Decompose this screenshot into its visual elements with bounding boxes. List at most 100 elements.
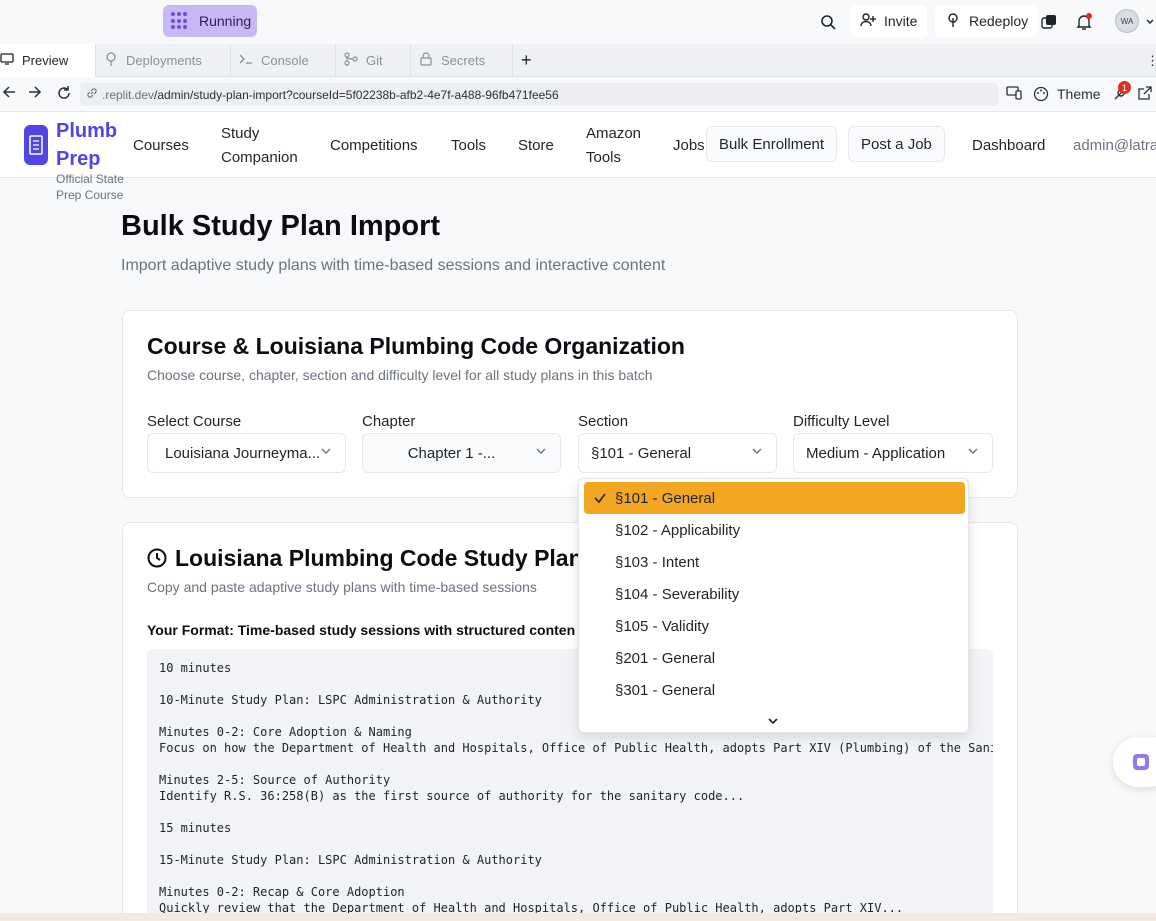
- page-subtitle: Import adaptive study plans with time-ba…: [121, 257, 666, 274]
- check-icon: [593, 491, 607, 505]
- user-email[interactable]: admin@latra: [1073, 134, 1156, 158]
- run-status-button[interactable]: Running: [163, 5, 257, 37]
- nav-tools[interactable]: Tools: [451, 134, 486, 158]
- chapter-select[interactable]: Chapter 1 -...: [362, 433, 561, 473]
- difficulty-select-value: Medium - Application: [806, 444, 946, 462]
- more-icon[interactable]: ⋮: [1138, 44, 1156, 77]
- running-icon: [171, 12, 189, 30]
- tab-label: Console: [261, 53, 309, 68]
- nav-store[interactable]: Store: [518, 134, 554, 158]
- section-option[interactable]: §201 - General: [584, 642, 965, 674]
- section-option[interactable]: §105 - Validity: [584, 610, 965, 642]
- section-option[interactable]: §104 - Severability: [584, 578, 965, 610]
- section-option-label: §201 - General: [615, 649, 716, 667]
- tab-label: Git: [366, 53, 383, 68]
- terminal-icon: [239, 53, 253, 68]
- chevron-down-icon: [966, 444, 980, 458]
- chevron-down-icon[interactable]: [766, 714, 780, 728]
- bulk-enrollment-button[interactable]: Bulk Enrollment: [706, 126, 838, 162]
- external-link-icon[interactable]: [1138, 86, 1152, 105]
- back-icon[interactable]: [2, 85, 16, 104]
- logo-line-2: Prep: [56, 148, 101, 170]
- theme-button[interactable]: Theme: [1057, 86, 1101, 102]
- section-option-label: §301 - General: [615, 681, 716, 699]
- section-label: Section: [578, 413, 629, 430]
- nav-study-companion[interactable]: Study Companion: [221, 122, 298, 170]
- tab-console[interactable]: Console: [231, 44, 336, 77]
- invite-label: Invite: [884, 13, 918, 29]
- tab-preview[interactable]: Preview: [0, 44, 96, 77]
- url-path: /admin/study-plan-import?courseId=5f0223…: [154, 87, 559, 102]
- refresh-icon[interactable]: [56, 85, 72, 106]
- code-line: 10-Minute Study Plan: LSPC Administratio…: [159, 693, 542, 707]
- chevron-down-icon: [534, 444, 548, 458]
- chevron-down-icon: [319, 444, 333, 458]
- logo-line-1: Plumb: [56, 120, 118, 142]
- tab-label: Preview: [22, 53, 69, 68]
- site-header: Plumb Prep Courses Study Companion Compe…: [0, 112, 1156, 178]
- preview-urlbar: .replit.dev/admin/study-plan-import?cour…: [0, 77, 1156, 112]
- format-label: Your Format: Time-based study sessions w…: [147, 622, 576, 638]
- nav-amazon-tools[interactable]: Amazon Tools: [586, 122, 641, 170]
- logo-icon[interactable]: [24, 125, 48, 165]
- section-option[interactable]: §102 - Applicability: [584, 514, 965, 546]
- replit-topbar: Running Invite Redeploy WA: [0, 0, 1156, 44]
- add-user-icon: [860, 12, 876, 31]
- section-option[interactable]: §101 - General: [584, 482, 965, 514]
- invite-button[interactable]: Invite: [850, 5, 928, 37]
- run-status-label: Running: [199, 13, 252, 29]
- palette-icon[interactable]: [1033, 86, 1049, 107]
- link-icon: [86, 87, 98, 102]
- add-tab-button[interactable]: +: [513, 44, 543, 77]
- chevron-down-icon[interactable]: [1140, 12, 1156, 32]
- nav-jobs[interactable]: Jobs: [673, 134, 705, 158]
- course-label: Select Course: [147, 413, 242, 430]
- monitor-icon: [0, 53, 14, 68]
- tab-deployments[interactable]: Deployments: [96, 44, 231, 77]
- plus-icon: +: [521, 50, 532, 70]
- chapter-label: Chapter: [362, 413, 416, 430]
- nav-courses[interactable]: Courses: [133, 134, 189, 158]
- url-input[interactable]: .replit.dev/admin/study-plan-import?cour…: [80, 83, 998, 106]
- assistant-widget[interactable]: [1113, 737, 1156, 787]
- windows-icon[interactable]: [1039, 12, 1059, 32]
- import-card-title: Louisiana Plumbing Code Study Plan F: [175, 545, 580, 571]
- nav-dashboard[interactable]: Dashboard: [972, 134, 1045, 158]
- section-option-label: §104 - Severability: [615, 585, 740, 603]
- lock-icon: [419, 52, 433, 69]
- section-option[interactable]: §301 - General: [584, 674, 965, 706]
- nav-label: Companion: [221, 149, 298, 166]
- tab-git[interactable]: Git: [336, 44, 411, 77]
- section-dropdown-menu: §101 - General §102 - Applicability §103 -…: [578, 478, 969, 733]
- chapter-select-value: Chapter 1 -...: [407, 444, 496, 462]
- chevron-down-icon: [750, 444, 764, 458]
- bell-icon[interactable]: [1074, 12, 1094, 32]
- organization-card-subtitle: Choose course, chapter, section and diff…: [147, 367, 653, 383]
- difficulty-select[interactable]: Medium - Application: [793, 433, 993, 473]
- import-card-subtitle: Copy and paste adaptive study plans with…: [147, 579, 537, 595]
- forward-icon[interactable]: [28, 85, 42, 104]
- deploy-icon: [945, 12, 961, 31]
- search-icon[interactable]: [818, 12, 838, 32]
- post-job-button[interactable]: Post a Job: [848, 126, 945, 162]
- section-select-value: §101 - General: [591, 444, 692, 462]
- avatar[interactable]: WA: [1115, 9, 1139, 33]
- course-select[interactable]: Louisiana Journeyma...: [147, 433, 346, 473]
- difficulty-label: Difficulty Level: [793, 413, 890, 430]
- devices-icon[interactable]: [1006, 86, 1022, 105]
- section-select[interactable]: §101 - General: [578, 433, 777, 473]
- section-option-label: §103 - Intent: [615, 553, 700, 571]
- nav-label: Tools: [586, 149, 622, 166]
- redeploy-button[interactable]: Redeploy: [935, 5, 1039, 37]
- redeploy-label: Redeploy: [969, 13, 1029, 29]
- logo-text[interactable]: Plumb Prep: [56, 117, 126, 173]
- tab-secrets[interactable]: Secrets: [411, 44, 513, 77]
- nav-competitions[interactable]: Competitions: [330, 134, 418, 158]
- bottom-strip: [0, 913, 1156, 921]
- section-option[interactable]: §103 - Intent: [584, 546, 965, 578]
- git-icon: [344, 52, 358, 69]
- nav-label: Study: [221, 125, 260, 142]
- tab-label: Deployments: [126, 53, 202, 68]
- url-domain: .replit.dev: [102, 87, 155, 102]
- code-line: 10 minutes: [159, 661, 232, 675]
